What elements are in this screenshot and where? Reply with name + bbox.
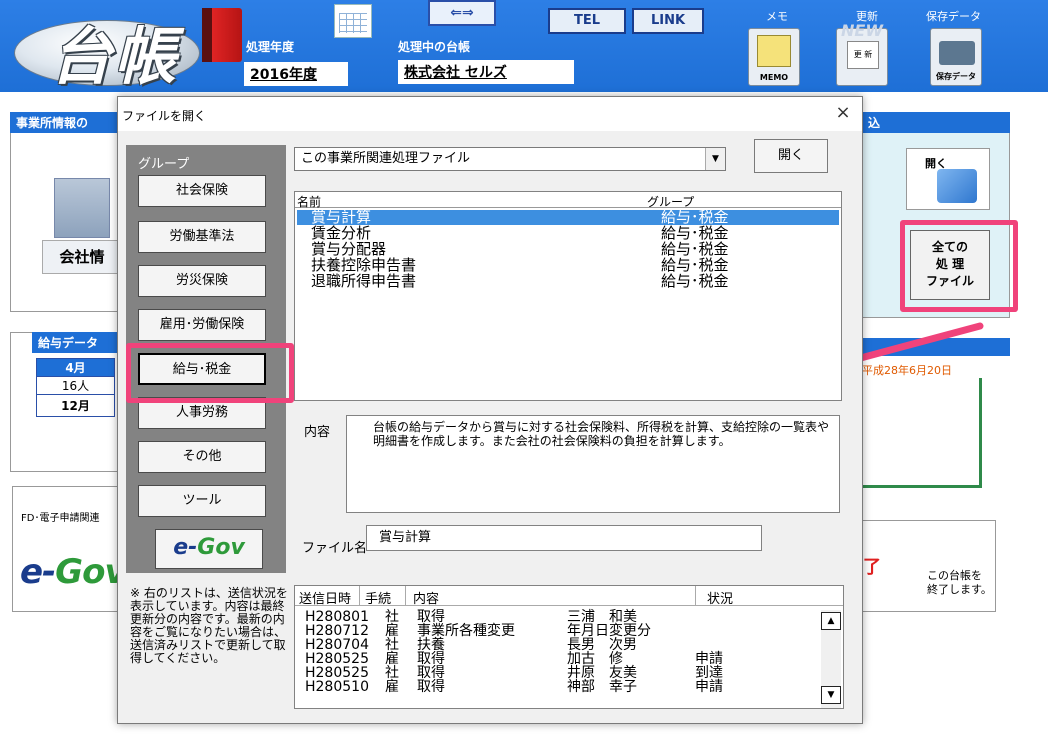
- send-row[interactable]: H280525 社取得 井原 友美 到達: [305, 666, 805, 680]
- file-scope-select[interactable]: この事業所関連処理ファイル ▼: [294, 147, 726, 171]
- send-row[interactable]: H280801 社取得 三浦 和美: [305, 610, 805, 624]
- filename-field[interactable]: 賞与計算: [366, 525, 762, 551]
- app-logo: 台帳: [14, 6, 200, 93]
- file-row[interactable]: 退職所得申告書 給与･税金: [297, 274, 839, 289]
- group-button-other[interactable]: その他: [138, 441, 266, 473]
- link-button[interactable]: LINK: [632, 8, 704, 34]
- month-cell[interactable]: 12月: [36, 394, 115, 417]
- file-list[interactable]: 名前 グループ 賞与計算 給与･税金 賃金分析 給与･税金 賞与分配器 給与･税金 扶…: [294, 191, 842, 401]
- open-button[interactable]: 開く: [754, 139, 828, 173]
- exit-ledger-button[interactable]: 了 この台帳を 終了します。: [860, 520, 996, 612]
- group-button-employment-insurance[interactable]: 雇用･労働保険: [138, 309, 266, 341]
- building-icon: [54, 178, 110, 238]
- save-data-button[interactable]: 保存データ: [930, 28, 982, 86]
- send-status-note: ※ 右のリストは、送信状況を表示しています。内容は最終更新分の内容です。最新の内…: [130, 586, 288, 665]
- group-button-tools[interactable]: ツール: [138, 485, 266, 517]
- right-tools-title: 込: [862, 112, 1010, 133]
- content-label: 内容: [304, 425, 331, 440]
- dialog-title: ファイルを開く: [122, 109, 207, 123]
- column-header-status: 状況: [707, 592, 734, 607]
- file-row[interactable]: 賞与分配器 給与･税金: [297, 242, 839, 257]
- open-file-dialog: ファイルを開く × グループ 社会保険 労働基準法 労災保険 雇用･労働保険 給…: [117, 96, 863, 724]
- egov-button[interactable]: e-Gov: [155, 529, 263, 569]
- newspaper-icon: 更 新: [847, 41, 879, 69]
- save-data-label: 保存データ: [926, 10, 981, 23]
- memo-label: メモ: [766, 10, 788, 23]
- egov-logo[interactable]: e-Gov: [20, 552, 127, 592]
- update-button[interactable]: NEW 更 新: [836, 21, 888, 86]
- memo-button[interactable]: MEMO: [748, 28, 800, 86]
- column-header-content: 内容: [413, 592, 440, 607]
- file-row[interactable]: 扶養控除申告書 給与･税金: [297, 258, 839, 273]
- dialog-titlebar: ファイルを開く ×: [118, 97, 862, 131]
- selected-group-highlight: [126, 343, 294, 403]
- calendar-icon[interactable]: [334, 4, 372, 38]
- scroll-up-icon[interactable]: ▲: [821, 612, 841, 630]
- office-info-title: 事業所情報の: [10, 112, 120, 133]
- content-description: 台帳の給与データから賞与に対する社会保険料、所得税を計算、支給控除の一覧表や明細…: [346, 415, 840, 513]
- fd-label: FD･電子申請関連: [21, 513, 100, 524]
- group-button-workers-comp[interactable]: 労災保険: [138, 265, 266, 297]
- send-status-header: 送信日時 手続 内容 状況: [295, 586, 843, 607]
- column-header-date: 送信日時: [299, 592, 352, 607]
- send-row[interactable]: H280525 雇取得 加古 修申請: [305, 652, 805, 666]
- salary-data-table: 4月 16人 12月: [36, 358, 115, 417]
- briefcase-icon: [939, 41, 975, 65]
- ledger-value: 株式会社 セルズ: [398, 60, 574, 84]
- filename-label: ファイル名: [302, 541, 368, 556]
- open-file-tile[interactable]: 開く: [906, 148, 990, 210]
- file-row[interactable]: 賃金分析 給与･税金: [297, 226, 839, 241]
- column-header-procedure: 手続: [365, 592, 392, 607]
- fiscal-year-label: 処理年度: [246, 40, 295, 54]
- ledger-label: 処理中の台帳: [398, 40, 471, 54]
- tel-button[interactable]: TEL: [548, 8, 626, 34]
- month-cell[interactable]: 4月: [36, 358, 115, 377]
- close-icon[interactable]: ×: [832, 103, 854, 125]
- switch-ledger-button[interactable]: ⇐⇒: [428, 0, 496, 26]
- count-cell: 16人: [36, 376, 115, 395]
- salary-data-title: 給与データ: [32, 332, 130, 353]
- folder-icon: [937, 169, 977, 203]
- send-row[interactable]: H280704 社扶養 長男 次男: [305, 638, 805, 652]
- send-row[interactable]: H280712 雇事業所各種変更 年月日変更分: [305, 624, 805, 638]
- send-row[interactable]: H280510 雇取得 神部 幸子 申請: [305, 680, 805, 694]
- highlight-box: [900, 220, 1018, 312]
- group-button-social-insurance[interactable]: 社会保険: [138, 175, 266, 207]
- group-button-labor-standards[interactable]: 労働基準法: [138, 221, 266, 253]
- vertical-scrollbar[interactable]: ▲ ▼: [821, 610, 841, 708]
- company-info-button[interactable]: 会社情: [42, 178, 122, 276]
- memo-icon: [757, 35, 791, 67]
- scroll-down-icon[interactable]: ▼: [821, 686, 841, 704]
- group-label: グループ: [138, 157, 190, 172]
- file-row[interactable]: 賞与計算 給与･税金: [297, 210, 839, 225]
- dropdown-arrow-icon[interactable]: ▼: [705, 148, 725, 170]
- file-list-header: 名前 グループ: [295, 192, 841, 209]
- fd-panel: FD･電子申請関連: [12, 486, 122, 612]
- book-icon[interactable]: [202, 8, 242, 62]
- fiscal-year-value: 2016年度: [244, 62, 348, 86]
- app-header: 台帳 処理年度 2016年度 ⇐⇒ 処理中の台帳 株式会社 セルズ TEL LI…: [0, 0, 1048, 93]
- send-status-list[interactable]: 送信日時 手続 内容 状況 H280801 社取得 三浦 和美 H280712 雇事業…: [294, 585, 844, 709]
